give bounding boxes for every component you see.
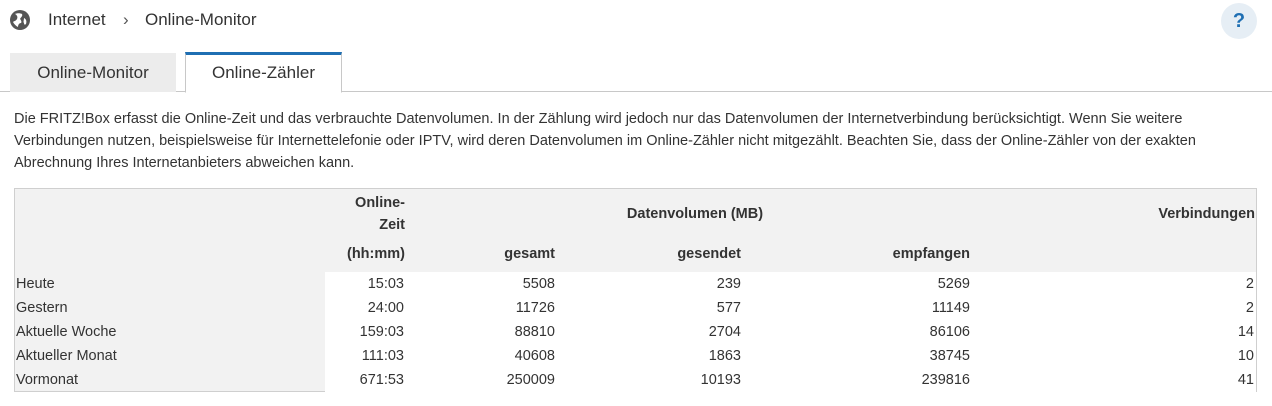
sent-value: 1863	[708, 348, 741, 364]
received-value: 86106	[929, 324, 970, 340]
total-value: 5508	[522, 276, 555, 292]
help-button[interactable]: ?	[1221, 3, 1257, 39]
online-time-value: 24:00	[367, 300, 404, 316]
sent-value: 577	[716, 300, 741, 316]
total-value: 88810	[514, 324, 555, 340]
connections-value: 2	[1245, 300, 1254, 316]
total-value: 11726	[515, 300, 555, 316]
sent-value: 2704	[708, 324, 741, 340]
breadcrumb-page: Online-Monitor	[145, 10, 257, 29]
received-value: 239816	[921, 372, 970, 388]
header-online-time-unit: (hh:mm)	[347, 246, 405, 262]
row-label: Aktueller Monat	[16, 348, 117, 364]
online-time-value: 671:53	[359, 372, 404, 388]
table-row: Heute 15:03 5508 239 5269 2	[15, 272, 1256, 296]
row-label: Aktuelle Woche	[16, 324, 117, 340]
online-time-value: 111:03	[361, 348, 404, 364]
total-value: 250009	[506, 372, 555, 388]
received-value: 5269	[937, 276, 970, 292]
table-row: Aktuelle Woche 159:03 88810 2704 86106 1…	[15, 320, 1256, 344]
total-value: 40608	[514, 348, 555, 364]
row-label: Gestern	[16, 300, 68, 316]
table-row: Aktueller Monat 111:03 40608 1863 38745 …	[15, 344, 1256, 368]
description-text: Die FRITZ!Box erfasst die Online-Zeit un…	[14, 111, 1196, 171]
received-value: 38745	[929, 348, 970, 364]
received-value: 11149	[931, 300, 970, 316]
tab-online-monitor[interactable]: Online-Monitor	[10, 53, 176, 92]
chevron-right-icon: ›	[123, 10, 129, 29]
row-label: Heute	[16, 276, 55, 292]
sent-value: 10193	[700, 372, 741, 388]
top-bar: Internet › Online-Monitor ?	[0, 0, 1272, 40]
online-time-value: 159:03	[359, 324, 404, 340]
online-time-value: 15:03	[367, 276, 404, 292]
tab-online-zaehler[interactable]: Online-Zähler	[185, 52, 342, 93]
connections-value: 10	[1237, 348, 1254, 364]
breadcrumb-section[interactable]: Internet	[48, 10, 106, 30]
connections-value: 14	[1237, 324, 1254, 340]
header-connections: Verbindungen	[1158, 206, 1255, 222]
tab-bar: Online-Monitor Online-Zähler	[0, 52, 1272, 93]
header-online-time: Online-Zeit	[355, 195, 405, 233]
online-counter-table: Online-Zeit (hh:mm) Datenvolumen (MB) ge…	[14, 188, 1257, 392]
table-row: Vormonat 671:53 250009 10193 239816 41	[15, 368, 1256, 392]
header-received: empfangen	[892, 246, 970, 262]
header-sent: gesendet	[677, 246, 741, 262]
row-label: Vormonat	[16, 372, 79, 388]
connections-value: 2	[1245, 276, 1254, 292]
globe-icon	[10, 10, 30, 30]
connections-value: 41	[1237, 372, 1254, 388]
header-data-volume: Datenvolumen (MB)	[626, 206, 764, 222]
header-total: gesamt	[504, 246, 555, 262]
sent-value: 239	[716, 276, 741, 292]
table-row: Gestern 24:00 11726 577 11149 2	[15, 296, 1256, 320]
